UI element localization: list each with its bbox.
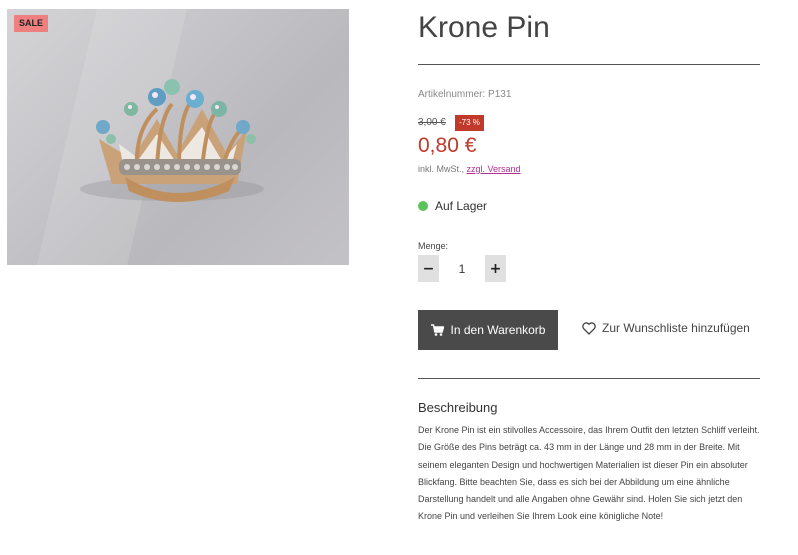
cart-icon [430, 324, 444, 336]
description-divider [418, 378, 760, 379]
quantity-increase-button[interactable]: + [485, 255, 506, 282]
title-divider [418, 64, 760, 65]
description-text: Der Krone Pin ist ein stilvolles Accesso… [418, 425, 760, 522]
old-price: 3,00 € [418, 117, 446, 128]
wishlist-button[interactable]: Zur Wunschliste hinzufügen [582, 321, 750, 335]
tax-prefix: inkl. MwSt., [418, 164, 465, 174]
sku-label: Artikelnummer: [418, 89, 486, 100]
description-heading: Beschreibung [418, 400, 498, 415]
tax-note: inkl. MwSt., zzgl. Versand [418, 164, 521, 174]
wishlist-label: Zur Wunschliste hinzufügen [602, 321, 750, 335]
add-to-cart-button[interactable]: In den Warenkorb [418, 310, 558, 350]
stock-dot-icon [418, 201, 428, 211]
add-to-cart-label: In den Warenkorb [450, 323, 546, 337]
heart-icon [582, 321, 596, 335]
sale-badge: SALE [14, 15, 49, 32]
sku: Artikelnummer: P131 [418, 89, 511, 100]
sku-value: P131 [488, 89, 512, 100]
shipping-link[interactable]: zzgl. Versand [467, 164, 521, 174]
quantity-input[interactable] [440, 255, 484, 282]
stock-status: Auf Lager [418, 199, 487, 213]
quantity-label: Menge: [418, 241, 449, 251]
quantity-decrease-button[interactable]: − [418, 255, 439, 282]
stock-text: Auf Lager [435, 199, 488, 213]
discount-badge: -73 % [455, 115, 484, 131]
current-price: 0,80 € [418, 134, 477, 157]
product-image[interactable] [7, 9, 349, 265]
crown-pin-illustration [37, 9, 264, 265]
product-title: Krone Pin [418, 11, 550, 44]
